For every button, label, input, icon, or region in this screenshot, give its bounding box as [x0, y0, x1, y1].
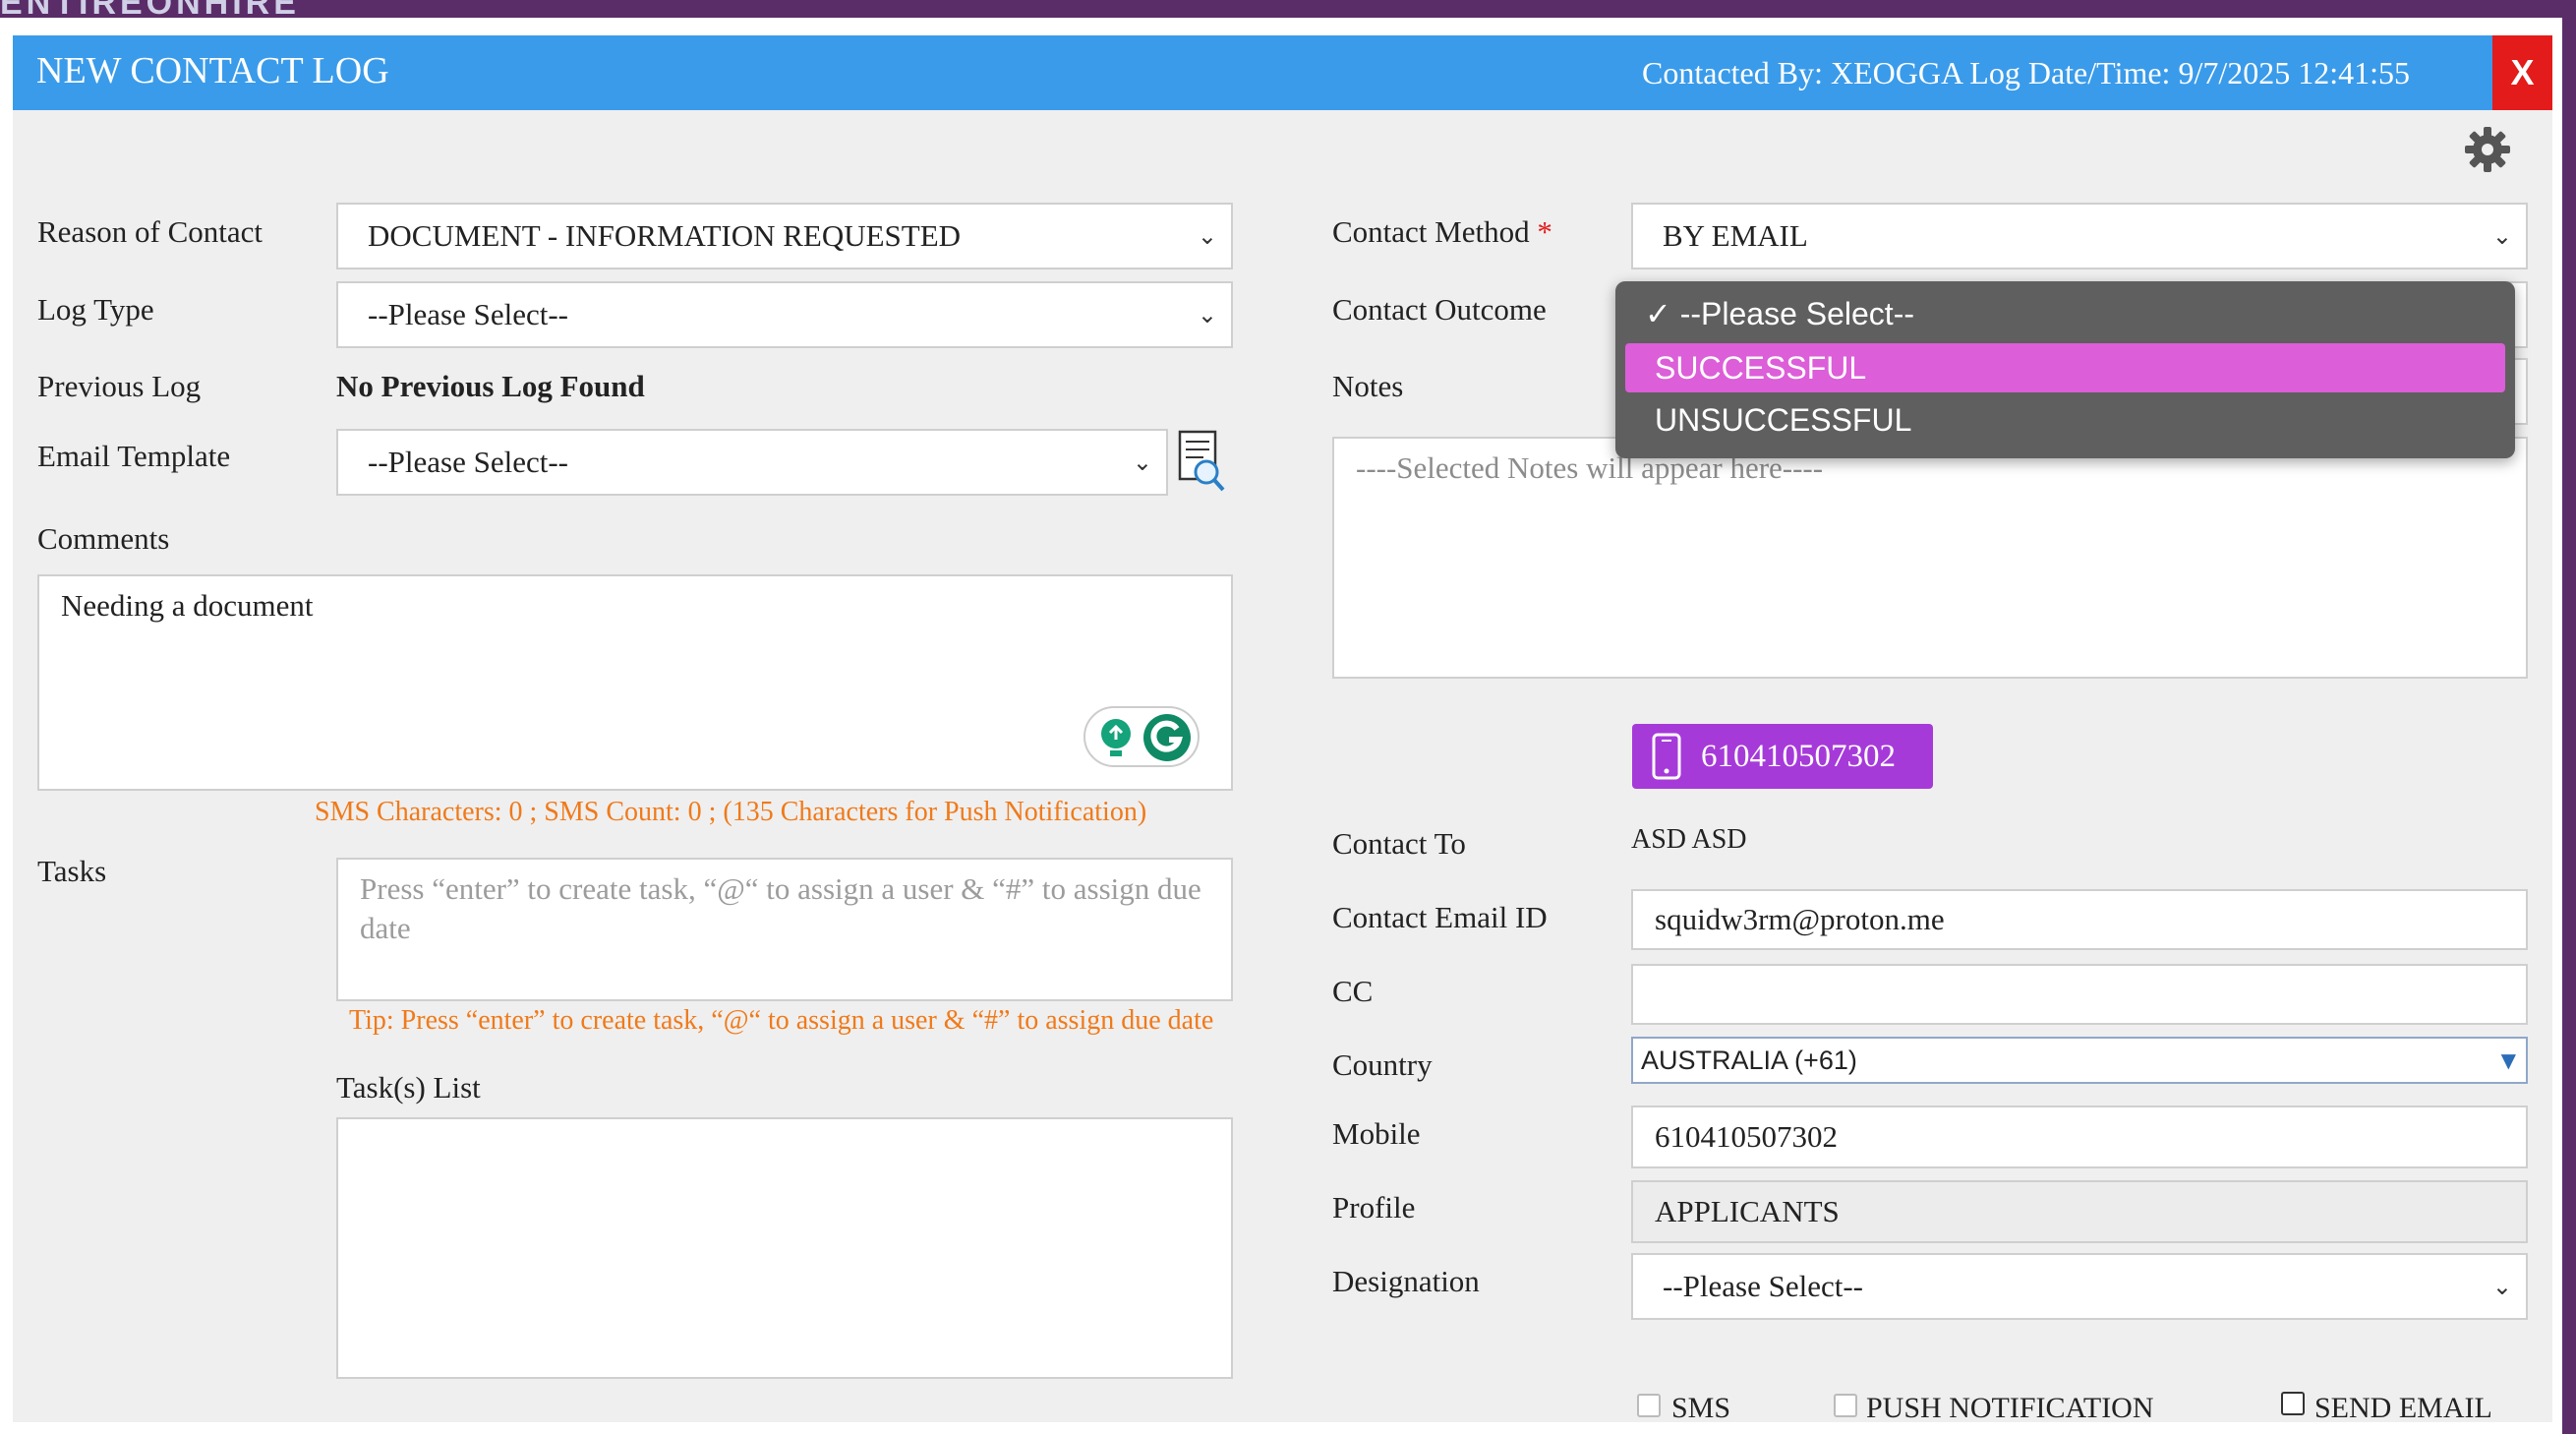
- chevron-down-icon: ⌄: [1197, 301, 1217, 329]
- email-template-select[interactable]: --Please Select-- ⌄: [336, 429, 1168, 496]
- cc-label: CC: [1332, 974, 1374, 1008]
- comments-label: Comments: [37, 521, 170, 556]
- page-scrollbar[interactable]: [2562, 18, 2576, 1434]
- log-type-select[interactable]: --Please Select-- ⌄: [336, 281, 1233, 348]
- profile-label: Profile: [1332, 1190, 1416, 1225]
- reason-of-contact-value: DOCUMENT - INFORMATION REQUESTED: [368, 218, 962, 253]
- designation-value: --Please Select--: [1663, 1269, 1863, 1303]
- task-list-label: Task(s) List: [336, 1070, 481, 1105]
- phone-call-button[interactable]: 610410507302: [1632, 724, 1933, 789]
- previous-log-label: Previous Log: [37, 369, 202, 403]
- caret-down-icon: ▼: [2500, 1048, 2516, 1072]
- mobile-phone-icon: [1652, 733, 1681, 780]
- send-email-checkbox[interactable]: [2281, 1392, 2305, 1415]
- sms-counter-text: SMS Characters: 0 ; SMS Count: 0 ; (135 …: [315, 797, 1147, 827]
- app-top-bar: ENTIREONHIRE: [0, 0, 2576, 22]
- email-template-label: Email Template: [37, 439, 231, 473]
- profile-field: APPLICANTS: [1631, 1180, 2528, 1243]
- country-label: Country: [1332, 1047, 1433, 1082]
- push-notification-label: PUSH NOTIFICATION: [1866, 1392, 2154, 1424]
- tasks-placeholder: Press “enter” to create task, “@“ to ass…: [360, 871, 1201, 945]
- contact-method-select[interactable]: BY EMAIL ⌄: [1631, 203, 2528, 269]
- contact-method-label-text: Contact Method: [1332, 214, 1530, 249]
- tasks-label: Tasks: [37, 854, 107, 888]
- dropdown-option-please-select[interactable]: ✓ --Please Select--: [1625, 289, 2505, 338]
- chevron-down-icon: ⌄: [1197, 222, 1217, 250]
- send-email-label: SEND EMAIL: [2314, 1392, 2492, 1424]
- app-brand-logo: ENTIREONHIRE: [0, 0, 300, 22]
- chevron-down-icon: ⌄: [2491, 1273, 2512, 1300]
- chevron-down-icon: ⌄: [1132, 448, 1152, 476]
- chevron-down-icon: ⌄: [2491, 222, 2512, 250]
- required-mark: *: [1537, 214, 1552, 249]
- reason-of-contact-select[interactable]: DOCUMENT - INFORMATION REQUESTED ⌄: [336, 203, 1233, 269]
- contact-to-label: Contact To: [1332, 826, 1466, 861]
- document-search-icon[interactable]: [1176, 429, 1227, 494]
- grammarly-icon: [1143, 714, 1191, 761]
- sms-checkbox-label: SMS: [1671, 1392, 1731, 1424]
- mobile-input[interactable]: 610410507302: [1631, 1105, 2528, 1168]
- designation-label: Designation: [1332, 1264, 1480, 1298]
- contact-to-value: ASD ASD: [1631, 824, 1747, 855]
- phone-number-text: 610410507302: [1701, 738, 1896, 774]
- contact-method-value: BY EMAIL: [1663, 218, 1808, 253]
- contact-method-label: Contact Method *: [1332, 214, 1552, 250]
- grammarly-widget[interactable]: [1083, 706, 1200, 767]
- lightbulb-icon: [1101, 719, 1131, 756]
- push-notification-checkbox[interactable]: [1834, 1394, 1857, 1417]
- modal-header: NEW CONTACT LOG Contacted By: XEOGGA Log…: [13, 35, 2552, 110]
- mobile-label: Mobile: [1332, 1116, 1421, 1151]
- task-list-box: [336, 1117, 1233, 1379]
- country-select[interactable]: AUSTRALIA (+61) ▼: [1631, 1037, 2528, 1084]
- designation-select[interactable]: --Please Select-- ⌄: [1631, 1253, 2528, 1320]
- contact-outcome-label: Contact Outcome: [1332, 292, 1547, 327]
- contact-email-label: Contact Email ID: [1332, 900, 1548, 934]
- log-type-value: --Please Select--: [368, 297, 568, 331]
- tasks-tip-text: Tip: Press “enter” to create task, “@“ t…: [349, 1005, 1214, 1036]
- gear-icon[interactable]: [2463, 125, 2512, 174]
- comments-value: Needing a document: [61, 588, 314, 623]
- sms-checkbox[interactable]: [1637, 1394, 1661, 1417]
- cc-input[interactable]: [1631, 964, 2528, 1025]
- reason-of-contact-label: Reason of Contact: [37, 214, 263, 249]
- dropdown-option-unsuccessful[interactable]: UNSUCCESSFUL: [1625, 395, 2505, 445]
- close-button[interactable]: X: [2492, 35, 2552, 110]
- contact-meta-info: Contacted By: XEOGGA Log Date/Time: 9/7/…: [1642, 55, 2410, 90]
- contact-email-input[interactable]: squidw3rm@proton.me: [1631, 889, 2528, 950]
- log-type-label: Log Type: [37, 292, 154, 327]
- previous-log-value: No Previous Log Found: [336, 369, 645, 403]
- tasks-input[interactable]: Press “enter” to create task, “@“ to ass…: [336, 858, 1233, 1001]
- comments-textarea[interactable]: Needing a document: [37, 574, 1233, 791]
- dropdown-option-successful[interactable]: SUCCESSFUL: [1625, 343, 2505, 392]
- email-template-value: --Please Select--: [368, 445, 568, 479]
- modal-title: NEW CONTACT LOG: [36, 50, 389, 91]
- contact-outcome-dropdown-menu: ✓ --Please Select-- SUCCESSFUL UNSUCCESS…: [1615, 281, 2515, 458]
- notes-display-area[interactable]: ----Selected Notes will appear here----: [1332, 437, 2528, 679]
- country-value: AUSTRALIA (+61): [1641, 1045, 1857, 1075]
- notes-label: Notes: [1332, 369, 1404, 403]
